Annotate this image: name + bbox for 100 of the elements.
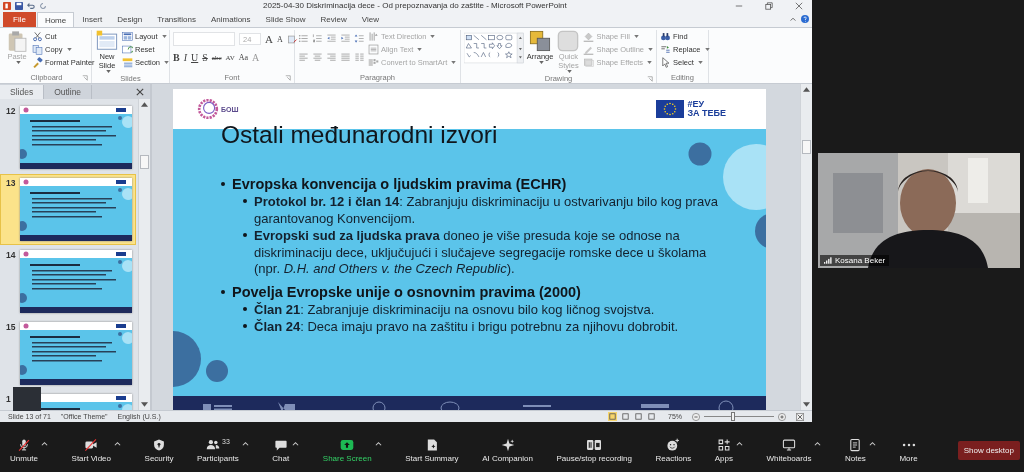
justify-icon[interactable] [340, 52, 351, 63]
clear-formatting-icon[interactable] [286, 33, 298, 45]
collapse-ribbon-icon[interactable] [789, 15, 797, 23]
scroll-down-icon[interactable] [803, 402, 810, 407]
layout-icon [122, 30, 133, 42]
slide-thumbnail[interactable]: 14 [0, 246, 136, 317]
caret-icon[interactable] [41, 440, 48, 446]
slide-thumbnail[interactable]: 12 [0, 102, 136, 173]
scroll-thumb[interactable] [140, 155, 149, 169]
toolbar-button[interactable]: Unmute [10, 437, 38, 463]
ribbon-tab[interactable]: Animations [204, 12, 258, 27]
undo-icon[interactable] [27, 1, 35, 10]
caret-icon[interactable] [241, 440, 249, 446]
toolbar-button[interactable]: Apps [714, 437, 733, 463]
ribbon-tab[interactable]: View [354, 12, 387, 27]
window-title: 2025-04-30 Diskriminacija dece - Od prepoznavanja do zaštite - Microsoft PowerPoint [263, 1, 568, 10]
paintbrush-icon [32, 56, 43, 68]
replace-icon [660, 43, 671, 55]
toolbar-button[interactable]: Start Video [71, 437, 111, 463]
fit-slide-icon[interactable] [796, 412, 804, 421]
file-tab[interactable]: File [3, 12, 36, 27]
slider-thumb[interactable] [731, 412, 736, 421]
line-spacing-icon[interactable] [354, 33, 365, 44]
scroll-down-icon[interactable] [141, 402, 148, 407]
help-icon[interactable] [801, 15, 809, 23]
save-icon[interactable] [15, 1, 23, 10]
shape-gallery[interactable] [464, 30, 524, 66]
align-right-icon[interactable] [326, 52, 337, 63]
ring-logo-icon [197, 98, 219, 120]
slideshow-icon[interactable] [647, 412, 656, 421]
restore-icon[interactable] [765, 1, 773, 10]
show-desktop-button[interactable]: Show desktop [957, 440, 1020, 460]
slide-thumbnail[interactable]: 13 [0, 174, 136, 245]
ribbon-tab[interactable]: Review [313, 12, 354, 27]
toolbar-button[interactable]: AI Companion [482, 437, 533, 463]
reading-view-icon[interactable] [634, 412, 643, 421]
bullet-text: Evropska konvencija o ljudskim pravima (ECHR) [232, 175, 567, 193]
toolbar-button[interactable]: More [899, 437, 918, 463]
ribbon-tab[interactable]: Transitions [150, 12, 203, 27]
slide-thumbnail[interactable]: 15 [0, 318, 136, 389]
ribbon-tab[interactable]: Design [110, 12, 150, 27]
toolbar-button[interactable]: Chat [272, 437, 290, 463]
toolbar-button[interactable]: Start Summary [405, 437, 459, 463]
shield-icon [152, 437, 166, 452]
eu-flag-icon [656, 100, 685, 118]
slide-sorter-icon[interactable] [621, 412, 630, 421]
scroll-up-icon[interactable] [141, 102, 148, 107]
video-camera-off-icon [84, 437, 99, 452]
ribbon-tab[interactable]: Home [36, 12, 75, 27]
participant-name: Kosana Beker [835, 256, 886, 265]
scroll-thumb[interactable] [802, 140, 811, 154]
caret-icon[interactable] [374, 440, 382, 446]
dialog-launcher-icon[interactable] [285, 75, 291, 81]
redo-icon[interactable] [39, 1, 47, 10]
format-button[interactable]: U [191, 52, 199, 63]
toolbar-button[interactable]: Whiteboards [766, 437, 812, 463]
pane-tab[interactable]: Slides [0, 85, 45, 99]
toolbar-button[interactable]: Notes [844, 437, 866, 463]
format-button[interactable]: I [183, 52, 187, 63]
font-size-button[interactable]: A [276, 33, 283, 45]
caret-icon[interactable] [814, 440, 822, 446]
format-button[interactable]: S [202, 52, 208, 63]
scrollbar[interactable] [138, 99, 150, 410]
font-name-field[interactable] [173, 32, 235, 46]
ribbon-tab[interactable]: Slide Show [258, 12, 313, 27]
font-size-button[interactable]: A [265, 33, 273, 45]
reset-icon [122, 43, 133, 55]
zoom-out-icon[interactable] [692, 412, 700, 421]
toolbar-button[interactable]: Pause/stop recording [556, 437, 632, 463]
slogan-text: ЗА ТЕБЕ [687, 109, 726, 118]
columns-icon[interactable] [354, 52, 365, 63]
caret-icon[interactable] [292, 440, 300, 446]
align-center-icon[interactable] [312, 52, 323, 63]
align-left-icon[interactable] [298, 52, 309, 63]
zoom-in-icon[interactable] [778, 412, 786, 421]
caret-icon[interactable] [868, 440, 876, 446]
toolbar-button[interactable]: Reactions [655, 437, 692, 463]
scrollbar[interactable] [800, 84, 812, 410]
bullet-text: Član 24: Deca imaju pravo na zaštitu i brigu potrebnu za njihovu dobrobit. [254, 319, 680, 336]
format-button[interactable]: Aa [238, 53, 249, 62]
powerpoint-icon[interactable] [3, 1, 11, 10]
toolbar-button[interactable]: Security [144, 437, 174, 463]
close-icon[interactable] [136, 88, 144, 96]
increase-indent-icon[interactable] [340, 33, 351, 44]
caret-icon[interactable] [735, 440, 743, 446]
numbered-list-icon[interactable] [312, 33, 323, 44]
normal-view-icon[interactable] [608, 412, 617, 421]
close-icon[interactable] [795, 1, 803, 10]
bullet-icon [221, 289, 225, 294]
ribbon-tab[interactable]: Insert [75, 12, 110, 27]
apps-icon [716, 437, 731, 452]
scroll-up-icon[interactable] [803, 87, 810, 92]
dialog-launcher-icon[interactable] [647, 76, 653, 82]
toolbar-button[interactable]: Share Screen [322, 437, 372, 463]
dialog-launcher-icon[interactable] [82, 75, 88, 81]
bullet-text: Član 21: Zabranjuje diskriminaciju na osnovu bilo kog ličnog svojstva. [254, 301, 656, 318]
bullet-list-icon[interactable] [298, 33, 309, 44]
decrease-indent-icon[interactable] [326, 33, 337, 44]
caret-icon[interactable] [114, 440, 121, 446]
format-button[interactable]: B [173, 52, 180, 63]
